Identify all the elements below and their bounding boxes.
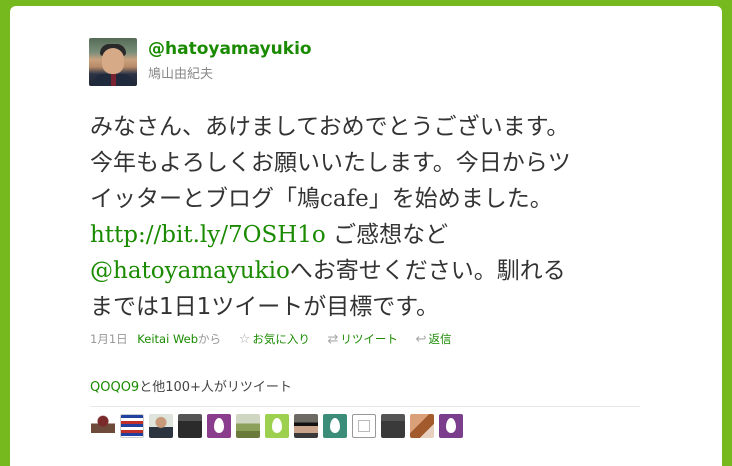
tweet-line-3-post: 」を始めました。 (368, 186, 553, 212)
avatar-8[interactable] (294, 414, 318, 438)
reply-icon: ↩ (415, 332, 427, 347)
user-avatar[interactable] (89, 38, 137, 86)
tweet-line-6: までは1日1ツイートが目標です。 (90, 294, 439, 320)
source-suffix: から (198, 332, 222, 346)
tweet-link[interactable]: http://bit.ly/7OSH1o (90, 222, 326, 248)
tweet-line-4: http://bit.ly/7OSH1o ご感想など (90, 217, 630, 253)
default-egg-icon (330, 418, 340, 433)
avatar-9[interactable] (323, 414, 347, 438)
tweet-line-3-pre: イッターとブログ「鳩 (90, 186, 320, 212)
avatar-1[interactable] (91, 414, 115, 438)
screen-name-link[interactable]: @hatoyamayukio (148, 39, 312, 59)
retweet-label: リツイート (340, 332, 398, 346)
tweet-line-4-post: ご感想など (325, 222, 449, 248)
retweet-icon: ⇄ (327, 332, 339, 347)
retweet-count-line: QOQO9と他100+人がリツイート (90, 376, 292, 395)
avatar-tie (111, 74, 116, 86)
tweet-cafe-text: cafe (320, 186, 369, 212)
avatar-11[interactable] (381, 414, 405, 438)
reply-action[interactable]: ↩ 返信 (415, 332, 452, 347)
default-egg-icon (214, 418, 224, 433)
avatar-5[interactable] (207, 414, 231, 438)
retweeter-avatars (91, 414, 463, 438)
avatar-face (102, 48, 124, 74)
avatar-12[interactable] (410, 414, 434, 438)
avatar-3[interactable] (149, 414, 173, 438)
reply-label: 返信 (428, 332, 452, 346)
retweet-count-text: と他100+人がリツイート (139, 380, 292, 395)
source-link[interactable]: Keitai Web (137, 332, 198, 346)
tweet-text: みなさん、あけましておめでとうございます。 今年もよろしくお願いいたします。今日… (90, 109, 630, 325)
tweet-meta: 1月1日 Keitai Webから ☆ お気に入り ⇄ リツイート ↩ 返信 (90, 331, 451, 347)
tweet-line-3: イッターとブログ「鳩cafe」を始めました。 (90, 181, 630, 217)
avatar-10[interactable] (352, 414, 376, 438)
divider (90, 406, 640, 407)
tweet-line-5-post: へお寄せください。馴れる (289, 258, 566, 284)
retweet-action[interactable]: ⇄ リツイート (327, 332, 398, 347)
default-egg-icon (446, 418, 456, 433)
tweet-mention[interactable]: @hatoyamayukio (90, 258, 290, 284)
retweeter-link[interactable]: QOQO9 (90, 380, 139, 395)
tweet-line-1: みなさん、あけましておめでとうございます。 (90, 114, 570, 140)
favorite-label: お気に入り (252, 332, 310, 346)
favorite-action[interactable]: ☆ お気に入り (238, 332, 310, 347)
default-egg-icon (272, 418, 282, 433)
avatar-6[interactable] (236, 414, 260, 438)
avatar-2[interactable] (120, 414, 144, 438)
tweet-date-link[interactable]: 1月1日 (90, 332, 128, 346)
avatar-13[interactable] (439, 414, 463, 438)
star-icon: ☆ (238, 332, 251, 347)
avatar-4[interactable] (178, 414, 202, 438)
avatar-7[interactable] (265, 414, 289, 438)
tweet-line-2: 今年もよろしくお願いいたします。今日からツ (90, 150, 571, 176)
real-name: 鳩山由紀夫 (148, 67, 214, 82)
tweet-line-5: @hatoyamayukioへお寄せください。馴れる (90, 253, 630, 289)
